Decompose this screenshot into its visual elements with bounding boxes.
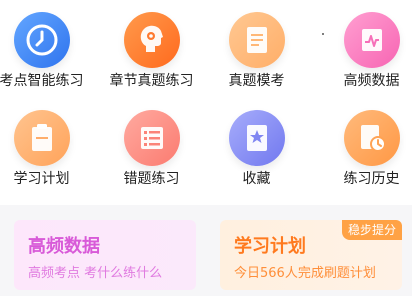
tile-label: 收藏 — [242, 171, 271, 187]
tile-smart-practice[interactable]: 考点智能练习 — [0, 0, 93, 96]
tile-wrong-questions[interactable]: 错题练习 — [100, 98, 203, 194]
tile-label: 真题模考 — [228, 73, 285, 89]
card-description: 高频考点 考什么练什么 — [28, 266, 163, 281]
tile-mock-exam[interactable]: 真题模考 — [205, 0, 308, 96]
status-badge: 稳步提分 — [341, 220, 402, 240]
clipboard-icon — [14, 110, 70, 166]
tile-label: 练习历史 — [343, 171, 400, 187]
tile-label: 学习计划 — [13, 171, 70, 187]
tile-practice-history[interactable]: 练习历史 — [320, 98, 412, 194]
tile-favorites[interactable]: 收藏 — [205, 98, 308, 194]
tile-study-plan[interactable]: 学习计划 — [0, 98, 93, 194]
tile-label: 考点智能练习 — [0, 73, 84, 89]
card-title: 高频数据 — [28, 236, 100, 257]
card-description: 今日566人完成刷题计划 — [234, 266, 376, 281]
star-book-icon — [229, 110, 285, 166]
feature-grid: 考点智能练习 章节真题练习 真题模考 高频数据 学习计划 错题练习 收藏 练习历… — [0, 0, 412, 205]
tile-hot-data[interactable]: 高频数据 — [320, 0, 412, 96]
tile-label: 错题练习 — [123, 171, 180, 187]
history-icon — [344, 110, 400, 166]
tile-label: 章节真题练习 — [109, 73, 194, 89]
tile-chapter-practice[interactable]: 章节真题练习 — [100, 0, 203, 96]
gear-head-icon — [124, 12, 180, 68]
tile-label: 高频数据 — [343, 73, 400, 89]
chart-icon — [344, 12, 400, 68]
list-icon — [124, 110, 180, 166]
study-plan-card[interactable]: 稳步提分 学习计划 今日566人完成刷题计划 — [220, 220, 402, 290]
decor-dot — [322, 33, 324, 35]
hot-data-card[interactable]: 高频数据 高频考点 考什么练什么 — [14, 220, 196, 290]
document-icon — [229, 12, 285, 68]
clock-icon — [14, 12, 70, 68]
card-title: 学习计划 — [234, 236, 306, 257]
